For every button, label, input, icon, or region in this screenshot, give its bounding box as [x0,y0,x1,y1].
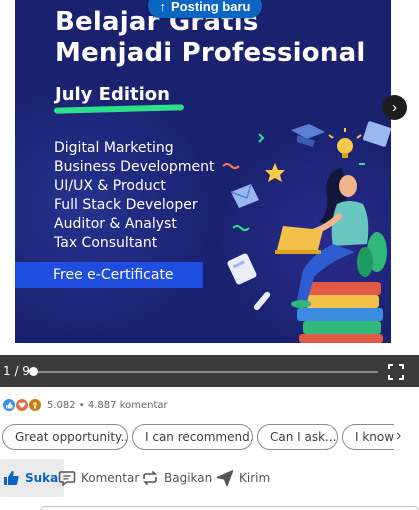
laptop-icon [275,226,323,254]
scroll-icon [227,253,257,285]
like-button[interactable]: Suka [0,459,65,497]
comment-suggestions: Great opportunity... I can recommend... … [2,424,419,452]
suggestion-chip[interactable]: Great opportunity... [2,424,128,450]
certificate-banner: Free e-Certificate [15,262,203,288]
send-button[interactable]: Kirim [216,459,270,497]
send-icon [216,470,234,487]
woman-laptop-illustration [222,121,391,343]
carousel-slide[interactable]: Belajar Gratis Menjadi Professional July… [15,0,391,343]
comment-input[interactable] [40,506,419,510]
topic-item: Digital Marketing [54,140,174,156]
comment-label: Komentar [81,471,140,485]
repost-label: Bagikan [164,471,213,485]
comment-icon [58,471,76,487]
reactions-summary[interactable]: 5.082 • 4.887 komentar [2,397,168,413]
slide-edition: July Edition [55,84,170,105]
suggestion-chip[interactable]: I can recommend... [132,424,253,450]
topic-item: Full Stack Developer [54,197,198,213]
post-actions: Suka Komentar Bagikan Kirim [0,459,419,497]
slide-headline-line2: Menjadi Professional [55,38,366,68]
reaction-count[interactable]: 5.082 • 4.887 komentar [47,400,168,411]
page-counter: 1 / 9 [3,364,30,378]
lightbulb-icon [328,128,362,158]
linkedin-post: Belajar Gratis Menjadi Professional July… [0,0,419,510]
support-icon [28,398,42,412]
envelope-icon [230,183,259,208]
topic-item: Business Development [54,159,215,175]
suggestion-chip[interactable]: I know [342,424,394,450]
carousel-progress-knob[interactable] [29,367,38,376]
topic-item: UI/UX & Product [54,178,166,194]
arrow-up-icon: ↑ [159,0,167,14]
paper-icon [363,121,391,147]
topics-list: Digital Marketing Business Development U… [54,139,214,253]
topic-item: Tax Consultant [54,235,158,251]
suggestion-chip[interactable]: Can I ask... [257,424,338,450]
repost-icon [143,470,157,486]
topic-item: Auditor & Analyst [54,216,177,232]
thumbs-up-icon [4,471,19,485]
carousel-next-button[interactable]: › [382,95,407,120]
diploma-icon [253,291,271,311]
graduation-cap-icon [291,124,325,147]
send-label: Kirim [239,471,271,485]
document-carousel: Belajar Gratis Menjadi Professional July… [0,0,419,387]
love-icon [15,398,29,412]
like-label: Suka [25,471,59,485]
fullscreen-icon[interactable] [388,364,404,380]
comment-button[interactable]: Komentar [58,459,139,497]
chevron-right-icon: › [392,99,397,116]
chevron-right-icon[interactable]: › [396,427,401,445]
new-posts-button[interactable]: ↑ Posting baru [148,0,262,18]
like-icon [2,398,16,412]
repost-button[interactable]: Bagikan [141,459,212,497]
carousel-progress-track[interactable] [33,371,378,373]
new-posts-label: Posting baru [171,0,251,14]
star-icon [265,163,285,182]
